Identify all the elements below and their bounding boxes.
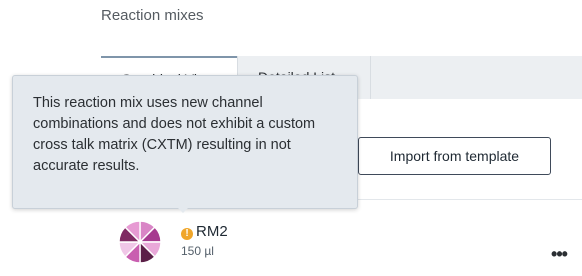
tooltip-arrow (176, 206, 190, 213)
section-title: Reaction mixes (101, 7, 204, 24)
reaction-mix-row[interactable]: ! RM2 150 µl ••• (101, 200, 582, 276)
reaction-mix-name: RM2 (196, 223, 228, 240)
reaction-mix-pie-icon (118, 220, 162, 264)
reaction-mix-volume: 150 µl (181, 244, 214, 258)
tooltip-text: This reaction mix uses new channel combi… (33, 95, 316, 174)
import-from-template-button[interactable]: Import from template (358, 137, 551, 175)
warning-icon: ! (181, 228, 193, 240)
cxtm-warning-tooltip: This reaction mix uses new channel combi… (12, 75, 358, 209)
more-options-button[interactable]: ••• (547, 245, 571, 263)
